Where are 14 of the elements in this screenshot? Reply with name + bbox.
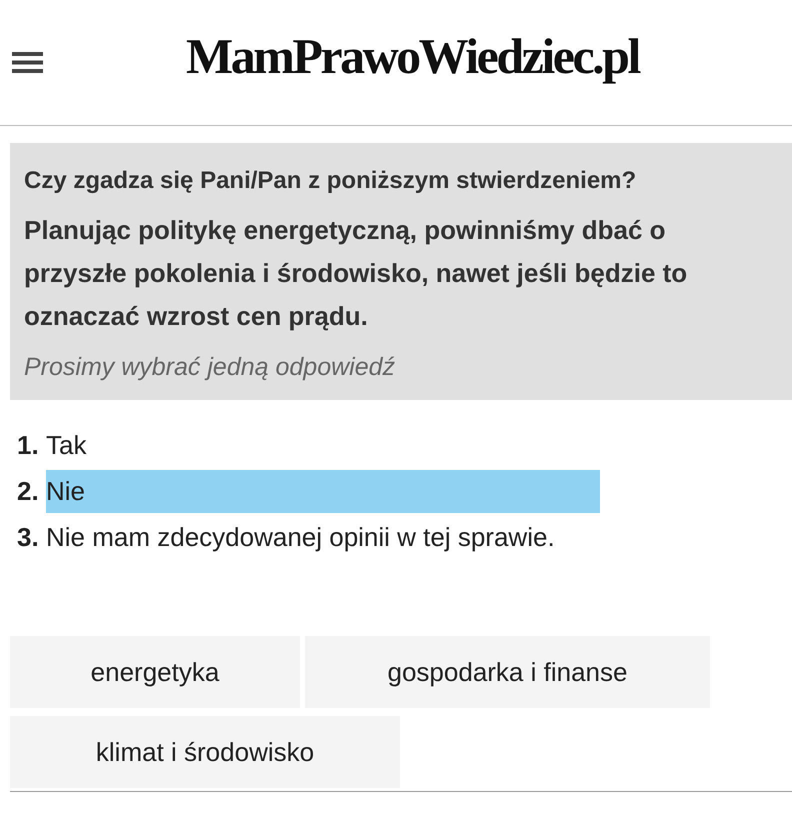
question-prompt: Czy zgadza się Pani/Pan z poniższym stwierdzeniem? xyxy=(24,166,638,196)
answer-number: 3. xyxy=(17,520,40,554)
answer-option[interactable]: Nie xyxy=(46,470,600,512)
instruction-text: Prosimy wybrać jedną odpowiedź xyxy=(24,352,396,383)
topic-tag[interactable]: klimat i środowisko xyxy=(10,716,400,788)
site-logo[interactable]: MamPrawoWiedziec.pl xyxy=(186,19,639,94)
topic-tag[interactable]: gospodarka i finanse xyxy=(305,636,710,708)
answer-number: 1. xyxy=(17,428,40,462)
menu-icon[interactable] xyxy=(12,52,43,73)
answer-option[interactable]: Nie mam zdecydowanej opinii w tej sprawie. xyxy=(46,516,555,558)
topic-tag[interactable]: energetyka xyxy=(10,636,300,708)
answer-number: 2. xyxy=(17,474,40,508)
answer-option[interactable]: Tak xyxy=(46,424,86,466)
statement-text: Planując politykę energetyczną, powinniśmy dbać o przyszłe pokolenia i środowisko, nawet jeśli będzie to oznaczać wzrost cen prądu. xyxy=(24,214,688,333)
